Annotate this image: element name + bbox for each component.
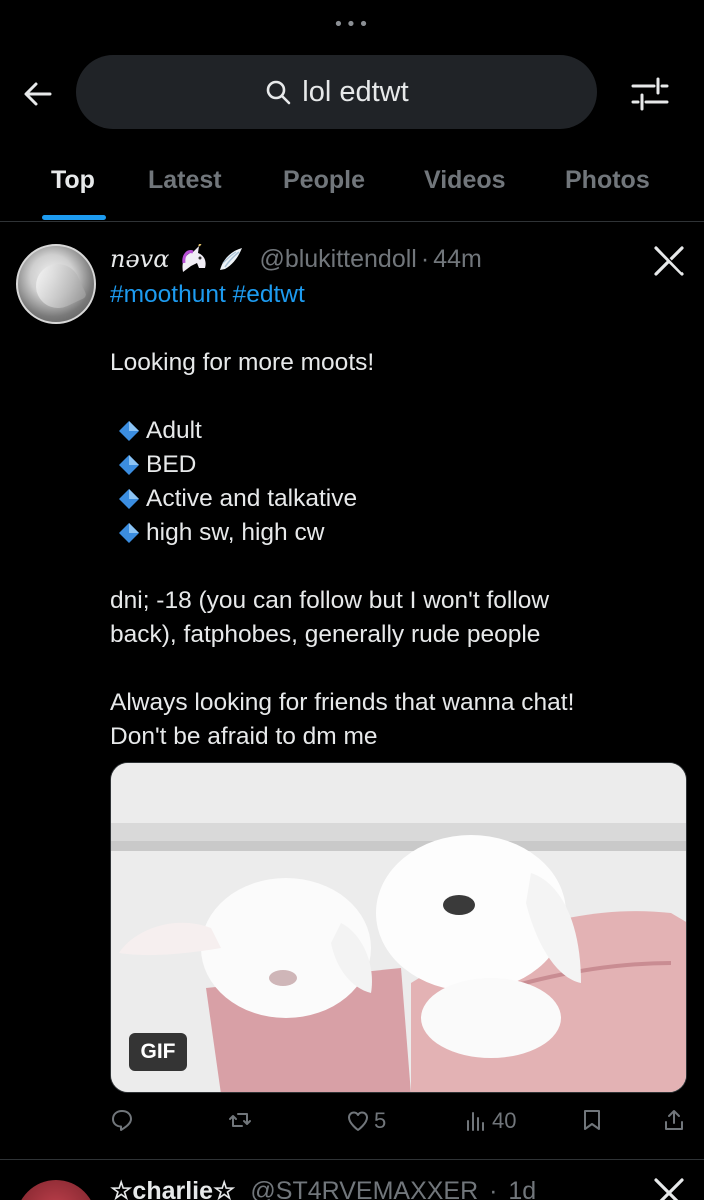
tab-top[interactable]: Top [51, 166, 95, 195]
display-name[interactable]: nəvα [110, 245, 169, 273]
view-count: 40 [492, 1108, 517, 1133]
hashtag-link[interactable]: #moothunt [110, 281, 226, 308]
reply-button[interactable] [110, 1108, 138, 1132]
tab-latest[interactable]: Latest [148, 166, 222, 195]
post[interactable]: nəvα @blukittendoll · 44m #moothunt #edt… [0, 222, 704, 1160]
post-time[interactable]: 44m [433, 245, 482, 274]
blue-diamond-icon [119, 523, 139, 543]
dni-line: dni; -18 (you can follow but I won't fol… [110, 587, 550, 614]
search-settings-button[interactable] [628, 72, 672, 116]
tab-videos[interactable]: Videos [424, 166, 506, 195]
post-actions: 5 40 [0, 1108, 704, 1142]
user-handle[interactable]: @blukittendoll [259, 245, 416, 274]
tab-people[interactable]: People [283, 166, 365, 195]
back-button[interactable] [18, 74, 58, 114]
list-item: BED [110, 448, 690, 482]
post-separator: · [489, 1177, 498, 1200]
closing-line: Don't be afraid to dm me [110, 723, 378, 750]
reply-icon [112, 1110, 132, 1131]
hashtag-link[interactable]: #edtwt [233, 281, 305, 308]
search-icon [264, 78, 292, 106]
blue-diamond-icon [119, 455, 139, 475]
blue-diamond-icon [119, 489, 139, 509]
closing-line: Always looking for friends that wanna ch… [110, 689, 575, 716]
post-separator: · [420, 244, 430, 273]
bookmark-icon [584, 1110, 600, 1130]
list-item: Active and talkative [110, 482, 690, 516]
sheet-handle: ••• [333, 14, 371, 35]
next-post[interactable]: ☆charlie☆ @ST4RVEMAXXER · 1d [0, 1162, 704, 1200]
gif-badge: GIF [129, 1033, 187, 1071]
wing-icon [217, 245, 245, 273]
grok-x-icon [654, 246, 684, 276]
tab-photos[interactable]: Photos [565, 166, 650, 195]
intro-text: Looking for more moots! [110, 349, 375, 376]
post-header: ☆charlie☆ @ST4RVEMAXXER · 1d [110, 1176, 536, 1200]
like-count: 5 [374, 1108, 387, 1133]
bullet-text: BED [146, 451, 197, 478]
avatar[interactable] [16, 1180, 96, 1200]
dni-text: dni; -18 (you can follow but I won't fol… [110, 584, 690, 652]
grok-button[interactable] [652, 1176, 686, 1200]
post-time[interactable]: 1d [508, 1177, 536, 1200]
bookmark-button[interactable] [580, 1108, 604, 1132]
bullet-text: high sw, high cw [146, 519, 325, 546]
repost-icon [229, 1113, 251, 1127]
user-handle[interactable]: @ST4RVEMAXXER [250, 1177, 478, 1200]
gif-media[interactable]: GIF [110, 762, 687, 1093]
unicorn-icon [177, 244, 211, 274]
post-header: nəvα @blukittendoll · 44m [110, 240, 482, 278]
list-item: Adult [110, 414, 690, 448]
closing-text: Always looking for friends that wanna ch… [110, 686, 690, 754]
grok-button[interactable] [652, 244, 686, 278]
like-button[interactable]: 5 [346, 1108, 386, 1134]
avatar[interactable] [16, 244, 96, 324]
grok-x-icon [654, 1178, 684, 1200]
list-item: high sw, high cw [110, 516, 690, 550]
bunnies-image [111, 763, 686, 1092]
bullet-text: Active and talkative [146, 485, 358, 512]
share-icon [665, 1110, 683, 1130]
sliders-icon [631, 77, 669, 111]
search-input[interactable]: lol edtwt [76, 55, 597, 129]
bullet-text: Adult [146, 417, 202, 444]
dni-line: back), fatphobes, generally rude people [110, 621, 541, 648]
repost-button[interactable] [228, 1108, 256, 1132]
hashtags: #moothunt #edtwt [110, 278, 690, 312]
active-tab-indicator [42, 215, 106, 220]
views-button[interactable]: 40 [464, 1108, 516, 1134]
blue-diamond-icon [119, 421, 139, 441]
search-tabs: Top Latest People Videos Photos [0, 140, 704, 222]
back-arrow-icon [24, 82, 52, 106]
search-query-text: lol edtwt [302, 75, 409, 108]
post-text: #moothunt #edtwt Looking for more moots!… [110, 278, 690, 754]
display-name[interactable]: ☆charlie☆ [110, 1177, 235, 1200]
bullet-list: Adult BED Active and talkative high sw, … [110, 414, 690, 550]
share-button[interactable] [662, 1108, 686, 1132]
feather-image [28, 256, 88, 316]
analytics-icon [467, 1112, 484, 1131]
heart-icon [348, 1111, 368, 1131]
